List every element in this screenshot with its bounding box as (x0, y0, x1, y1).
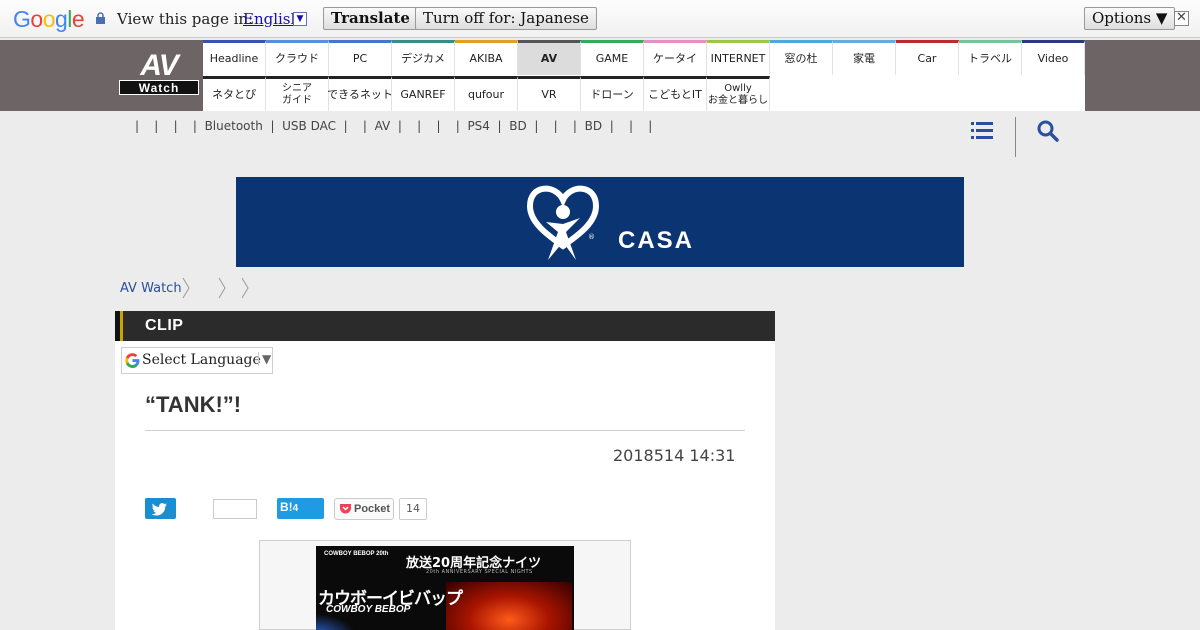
nav-sub-item[interactable]: qufour (455, 76, 518, 111)
google-logo: Google (13, 6, 85, 32)
hatena-label: B! (280, 500, 293, 514)
nav-item[interactable]: クラウド (266, 40, 329, 75)
nav-item[interactable]: AKIBA (455, 40, 518, 75)
breadcrumb-separator-icon (218, 277, 226, 299)
translate-button[interactable]: Translate (323, 7, 418, 30)
select-language-label: Select Language (142, 352, 261, 368)
article-photo[interactable]: COWBOY BEBOP 20th 放送20周年記念ナイツ 20th ANNIV… (316, 546, 574, 630)
pocket-label: Pocket (354, 503, 391, 515)
banner-ad[interactable]: ® CASA (236, 177, 964, 267)
breadcrumb-separator-icon (241, 277, 249, 299)
language-link[interactable]: English (243, 10, 300, 28)
pocket-icon (340, 504, 351, 514)
nav-item[interactable]: ケータイ (644, 40, 707, 75)
nav-sub-item[interactable]: こどもとIT (644, 76, 707, 111)
article-content: CLIP Select Language ▼ “TANK!”! 2018514 … (115, 311, 775, 630)
translate-bar: Google View this page in: English ▼ Tran… (0, 0, 1200, 38)
nav-sub-item[interactable]: VR (518, 76, 581, 111)
dropdown-arrow-icon: ▼ (258, 352, 271, 366)
nav-sub-item[interactable]: シニア ガイド (266, 76, 329, 111)
nav-item[interactable]: INTERNET (707, 40, 770, 75)
search-icon[interactable] (1037, 120, 1059, 142)
logo-watch: Watch (119, 80, 199, 95)
pocket-button[interactable]: Pocket (334, 498, 394, 520)
google-g-icon (125, 353, 140, 368)
nav-sub-item[interactable]: Owlly お金と暮らし (707, 76, 770, 111)
nav-item[interactable]: Headline (203, 40, 266, 75)
twitter-share-button[interactable] (145, 498, 176, 519)
photo-title-en: COWBOY BEBOP (326, 604, 411, 615)
title-divider (145, 430, 745, 431)
breadcrumb-home[interactable]: AV Watch (120, 281, 182, 296)
site-logo[interactable]: AV Watch (119, 49, 199, 96)
nav-item[interactable]: GAME (581, 40, 644, 75)
nav-sub-item[interactable]: ドローン (581, 76, 644, 111)
nav-item[interactable]: 家電 (833, 40, 896, 75)
divider (1015, 117, 1016, 157)
options-button[interactable]: Options ▼ (1084, 7, 1176, 30)
main-nav: Headline クラウド PC デジカメ AKIBA AV GAME ケータイ INTERNE… (203, 40, 1085, 111)
nav-item[interactable]: 窓の杜 (770, 40, 833, 75)
lock-icon (96, 12, 105, 24)
translate-prompt: View this page in: (117, 10, 254, 28)
stage-image (446, 582, 572, 630)
logo-av: AV (140, 49, 178, 82)
pocket-count: 14 (399, 498, 427, 520)
nav-item[interactable]: Car (896, 40, 959, 75)
section-header: CLIP (115, 311, 775, 341)
nav-item[interactable]: Video (1022, 40, 1085, 75)
article-title: “TANK!”! (145, 392, 242, 417)
nav-item[interactable]: AV (518, 40, 581, 75)
menu-icon[interactable] (971, 122, 993, 139)
select-language-dropdown[interactable]: Select Language ▼ (121, 347, 273, 374)
section-stripe (120, 311, 123, 341)
hatena-count: 4 (292, 503, 299, 514)
nav-item[interactable]: トラベル (959, 40, 1022, 75)
registered-mark: ® (588, 233, 595, 241)
breadcrumb-separator-icon (182, 277, 190, 299)
nav-sub-item[interactable]: できるネット (327, 76, 393, 111)
article-photo-frame: COWBOY BEBOP 20th 放送20周年記念ナイツ 20th ANNIV… (259, 540, 631, 630)
nav-sub-item[interactable]: ネタとぴ (203, 76, 266, 111)
banner-brand: CASA (618, 227, 695, 254)
sub-nav[interactable]: | | | | Bluetooth | USB DAC | | AV | | |… (135, 119, 652, 133)
twitter-count-box (213, 499, 257, 519)
language-dropdown-icon[interactable]: ▼ (293, 12, 307, 26)
light-image (316, 614, 356, 630)
nav-item[interactable]: デジカメ (392, 40, 455, 75)
heart-person-icon (526, 185, 600, 260)
turn-off-button[interactable]: Turn off for: Japanese (415, 7, 597, 30)
nav-item[interactable]: PC (329, 40, 392, 75)
article-date: 2018514 14:31 (613, 446, 736, 465)
hatena-bookmark-button[interactable]: B!4 (277, 498, 324, 519)
photo-logo: COWBOY BEBOP 20th (324, 551, 389, 557)
nav-sub-item[interactable]: GANREF (392, 76, 455, 111)
close-icon[interactable]: ✕ (1174, 11, 1189, 26)
twitter-icon (151, 503, 167, 516)
photo-subline: 20th ANNIVERSARY SPECIAL NIGHTS (426, 569, 533, 575)
section-title: CLIP (145, 317, 184, 334)
